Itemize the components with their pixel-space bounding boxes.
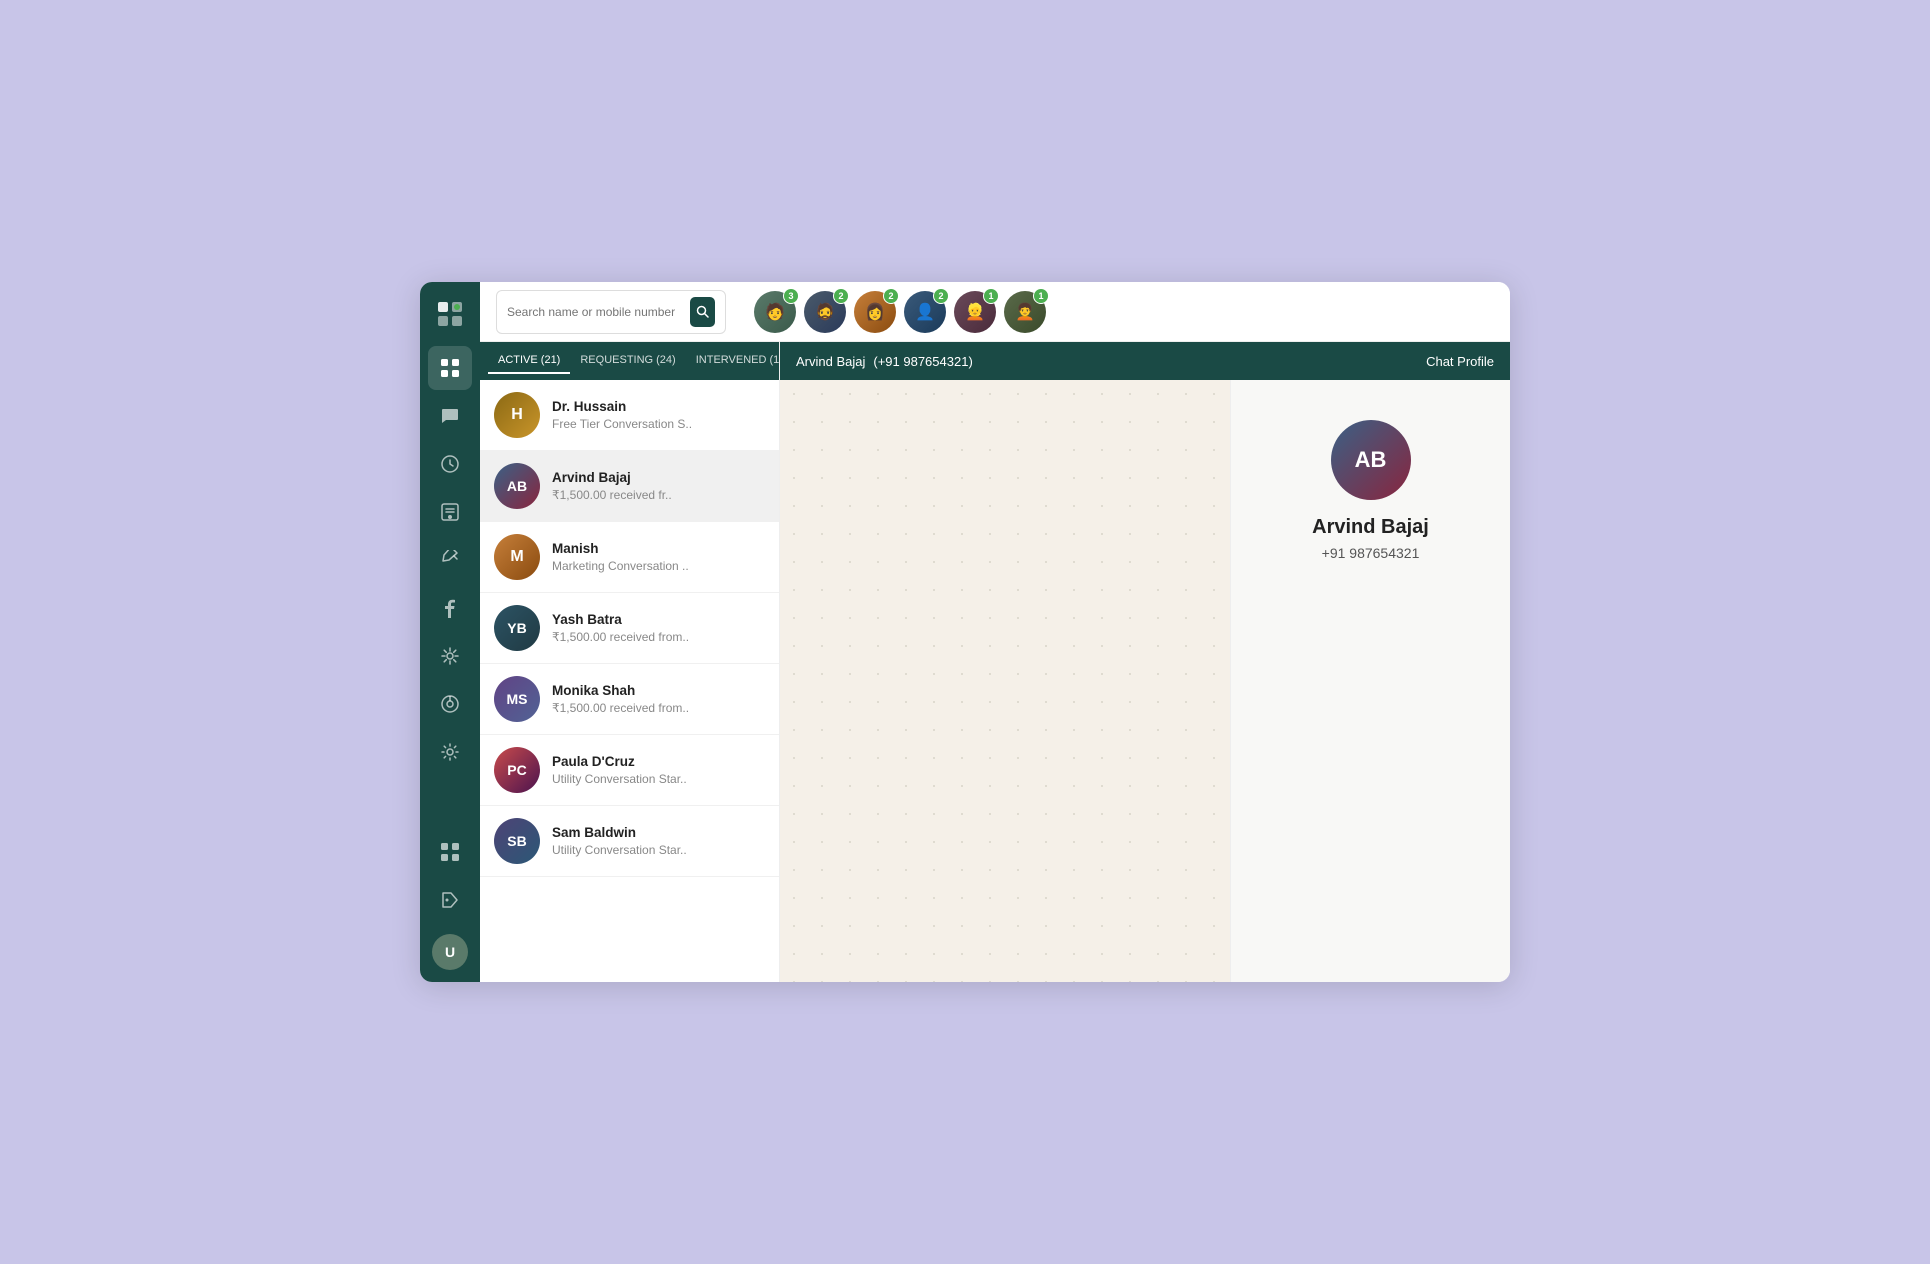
sidebar-item-facebook[interactable] bbox=[428, 586, 472, 630]
chat-body: AB Arvind Bajaj +91 987654321 bbox=[780, 380, 1510, 982]
avatar-badge-5: 1 bbox=[983, 288, 999, 304]
tab-intervened[interactable]: INTERVENED (1) bbox=[686, 348, 793, 374]
avatar-badge-1: 3 bbox=[783, 288, 799, 304]
contact-item-paula[interactable]: PC Paula D'Cruz Utility Conversation Sta… bbox=[480, 735, 779, 806]
sidebar-item-labels[interactable] bbox=[428, 878, 472, 922]
contact-avatar-arvind: AB bbox=[494, 463, 540, 509]
contact-preview-hussain: Free Tier Conversation S.. bbox=[552, 417, 765, 431]
contact-info-hussain: Dr. Hussain Free Tier Conversation S.. bbox=[552, 399, 765, 431]
contact-name-yash: Yash Batra bbox=[552, 612, 765, 627]
contact-avatar-hussain: H bbox=[494, 392, 540, 438]
contact-preview-sam: Utility Conversation Star.. bbox=[552, 843, 765, 857]
sidebar-item-integrations[interactable] bbox=[428, 634, 472, 678]
contact-avatar-monika: MS bbox=[494, 676, 540, 722]
chat-area bbox=[780, 380, 1230, 982]
contact-preview-manish: Marketing Conversation .. bbox=[552, 559, 765, 573]
sidebar-item-reports[interactable] bbox=[428, 682, 472, 726]
user-avatar[interactable]: U bbox=[432, 934, 468, 970]
profile-phone: +91 987654321 bbox=[1322, 545, 1420, 561]
tab-active[interactable]: ACTIVE (21) bbox=[488, 348, 570, 374]
sidebar-logo[interactable] bbox=[430, 294, 470, 334]
top-avatar-4[interactable]: 👤 2 bbox=[904, 291, 946, 333]
contact-list-wrap: ACTIVE (21) REQUESTING (24) INTERVENED (… bbox=[480, 342, 780, 982]
search-box bbox=[496, 290, 726, 334]
contact-name-sam: Sam Baldwin bbox=[552, 825, 765, 840]
top-avatar-6[interactable]: 🧑‍🦱 1 bbox=[1004, 291, 1046, 333]
top-avatar-1[interactable]: 🧑 3 bbox=[754, 291, 796, 333]
contact-name-manish: Manish bbox=[552, 541, 765, 556]
sidebar-item-contacts[interactable] bbox=[428, 490, 472, 534]
chat-topbar-name: Arvind Bajaj bbox=[796, 354, 865, 369]
sidebar-item-teams[interactable] bbox=[428, 830, 472, 874]
avatar-badge-2: 2 bbox=[833, 288, 849, 304]
sidebar: U bbox=[420, 282, 480, 982]
contact-avatar-paula: PC bbox=[494, 747, 540, 793]
contact-name-monika: Monika Shah bbox=[552, 683, 765, 698]
top-avatars: 🧑 3 🧔 2 👩 2 bbox=[754, 291, 1046, 333]
sidebar-item-chat[interactable] bbox=[428, 394, 472, 438]
contact-item-yash[interactable]: YB Yash Batra ₹1,500.00 received from.. bbox=[480, 593, 779, 664]
tab-requesting[interactable]: REQUESTING (24) bbox=[570, 348, 685, 374]
conv-panel: ACTIVE (21) REQUESTING (24) INTERVENED (… bbox=[480, 342, 1510, 982]
tabs-bar: ACTIVE (21) REQUESTING (24) INTERVENED (… bbox=[480, 342, 779, 380]
contact-name-arvind: Arvind Bajaj bbox=[552, 470, 765, 485]
contact-info-monika: Monika Shah ₹1,500.00 received from.. bbox=[552, 683, 765, 715]
contact-preview-arvind: ₹1,500.00 received fr.. bbox=[552, 488, 765, 502]
contact-item-manish[interactable]: M Manish Marketing Conversation .. bbox=[480, 522, 779, 593]
contact-avatar-manish: M bbox=[494, 534, 540, 580]
avatar-badge-6: 1 bbox=[1033, 288, 1049, 304]
app-window: U 🧑 3 bbox=[420, 282, 1510, 982]
contact-item-sam[interactable]: SB Sam Baldwin Utility Conversation Star… bbox=[480, 806, 779, 877]
chat-profile-button[interactable]: Chat Profile bbox=[1426, 354, 1494, 369]
top-avatar-3[interactable]: 👩 2 bbox=[854, 291, 896, 333]
top-avatar-2[interactable]: 🧔 2 bbox=[804, 291, 846, 333]
search-input[interactable] bbox=[507, 305, 682, 319]
chat-topbar: Arvind Bajaj (+91 987654321) Chat Profil… bbox=[780, 342, 1510, 380]
profile-name: Arvind Bajaj bbox=[1312, 516, 1429, 539]
contact-name-paula: Paula D'Cruz bbox=[552, 754, 765, 769]
sidebar-item-settings[interactable] bbox=[428, 730, 472, 774]
contact-preview-paula: Utility Conversation Star.. bbox=[552, 772, 765, 786]
chat-and-profile: Arvind Bajaj (+91 987654321) Chat Profil… bbox=[780, 342, 1510, 982]
contact-avatar-yash: YB bbox=[494, 605, 540, 651]
top-avatar-5[interactable]: 👱 1 bbox=[954, 291, 996, 333]
contact-avatar-sam: SB bbox=[494, 818, 540, 864]
chat-topbar-phone: (+91 987654321) bbox=[873, 354, 972, 369]
contact-info-paula: Paula D'Cruz Utility Conversation Star.. bbox=[552, 754, 765, 786]
contact-info-sam: Sam Baldwin Utility Conversation Star.. bbox=[552, 825, 765, 857]
sidebar-item-history[interactable] bbox=[428, 442, 472, 486]
contact-item-arvind[interactable]: AB Arvind Bajaj ₹1,500.00 received fr.. bbox=[480, 451, 779, 522]
sidebar-item-dashboard[interactable] bbox=[428, 346, 472, 390]
profile-avatar: AB bbox=[1331, 420, 1411, 500]
contact-info-manish: Manish Marketing Conversation .. bbox=[552, 541, 765, 573]
contact-list: H Dr. Hussain Free Tier Conversation S..… bbox=[480, 380, 779, 982]
contact-name-hussain: Dr. Hussain bbox=[552, 399, 765, 414]
topbar: 🧑 3 🧔 2 👩 2 bbox=[480, 282, 1510, 342]
contact-item-monika[interactable]: MS Monika Shah ₹1,500.00 received from.. bbox=[480, 664, 779, 735]
chat-topbar-left: Arvind Bajaj (+91 987654321) bbox=[796, 354, 973, 369]
contact-preview-monika: ₹1,500.00 received from.. bbox=[552, 701, 765, 715]
main-content: 🧑 3 🧔 2 👩 2 bbox=[480, 282, 1510, 982]
profile-panel: AB Arvind Bajaj +91 987654321 bbox=[1230, 380, 1510, 982]
avatar-badge-4: 2 bbox=[933, 288, 949, 304]
contact-preview-yash: ₹1,500.00 received from.. bbox=[552, 630, 765, 644]
sidebar-item-automation[interactable] bbox=[428, 538, 472, 582]
contact-item-hussain[interactable]: H Dr. Hussain Free Tier Conversation S.. bbox=[480, 380, 779, 451]
search-button[interactable] bbox=[690, 297, 715, 327]
contact-info-yash: Yash Batra ₹1,500.00 received from.. bbox=[552, 612, 765, 644]
contact-info-arvind: Arvind Bajaj ₹1,500.00 received fr.. bbox=[552, 470, 765, 502]
avatar-badge-3: 2 bbox=[883, 288, 899, 304]
